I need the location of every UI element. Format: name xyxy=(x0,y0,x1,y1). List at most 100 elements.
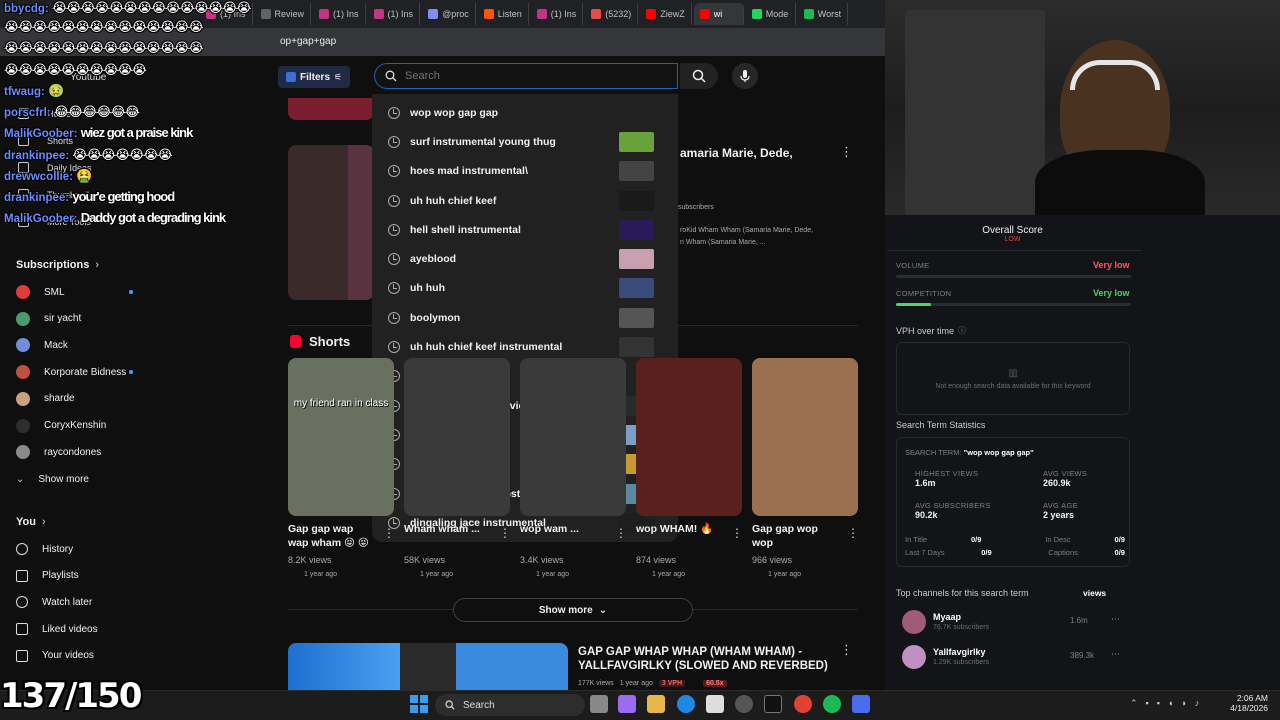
channel-avatar[interactable] xyxy=(902,645,926,669)
tiktok-icon[interactable] xyxy=(764,695,782,713)
task-view-icon[interactable] xyxy=(590,695,608,713)
copilot-icon[interactable] xyxy=(618,695,636,713)
channel-avatar[interactable] xyxy=(902,610,926,634)
search-box[interactable] xyxy=(374,63,678,89)
sidebar-item-liked-videos[interactable]: Liked videos xyxy=(0,616,150,642)
more-options-icon[interactable]: ⋮ xyxy=(731,526,743,540)
more-options-icon[interactable]: ⋮ xyxy=(847,526,859,540)
short-title[interactable]: wop WHAM! 🔥 xyxy=(636,522,720,536)
subscriptions-heading[interactable]: Subscriptions › xyxy=(16,259,99,271)
browser-tab[interactable]: Review xyxy=(255,3,312,25)
subscription-item[interactable]: CoryxKenshin xyxy=(0,413,150,439)
webcam-feed xyxy=(885,0,1280,220)
more-options-icon[interactable]: ⋯ xyxy=(1111,614,1120,625)
browser-tab[interactable]: Listen xyxy=(478,3,529,25)
discord-icon[interactable] xyxy=(852,695,870,713)
subscription-item[interactable]: SML xyxy=(0,279,150,305)
short-title[interactable]: Gap gap wap wap wham 😝 😝 xyxy=(288,522,372,550)
subscription-item[interactable]: Mack xyxy=(0,332,150,358)
show-more-subscriptions[interactable]: ⌄ Show more xyxy=(0,466,150,492)
search-suggestion[interactable]: hell shell instrumental xyxy=(372,215,678,244)
short-thumbnail[interactable] xyxy=(404,358,510,516)
sidebar-item-watch-later[interactable]: Watch later xyxy=(0,589,150,615)
bottom-video-title[interactable]: GAP GAP WHAP WHAP (WHAM WHAM) - YALLFAVG… xyxy=(578,645,828,673)
subscription-item[interactable]: Korporate Bidness xyxy=(0,359,150,385)
browser-tab[interactable]: (1) Ins xyxy=(531,3,584,25)
settings-icon[interactable] xyxy=(735,695,753,713)
show-more-shorts-button[interactable]: Show more ⌄ xyxy=(453,598,693,622)
tab-label: wi xyxy=(713,9,723,19)
search-suggestion[interactable]: surf instrumental young thug xyxy=(372,127,678,156)
video-title-partial[interactable]: amaria Marie, Dede, xyxy=(680,146,793,160)
clock[interactable]: 2:06 AM 4/18/2026 xyxy=(1226,693,1268,713)
tab-favicon-icon xyxy=(803,9,814,19)
search-suggestion[interactable]: uh huh xyxy=(372,274,678,303)
more-options-icon[interactable]: ⋮ xyxy=(840,642,853,658)
channel-name[interactable]: Myaap xyxy=(933,612,961,622)
short-thumbnail[interactable] xyxy=(520,358,626,516)
short-title[interactable]: Gap gap wop wop xyxy=(752,522,836,550)
file-explorer-icon[interactable] xyxy=(647,695,665,713)
more-options-icon[interactable]: ⋮ xyxy=(615,526,627,540)
browser-tab[interactable]: Worst xyxy=(798,3,849,25)
history-icon xyxy=(388,223,400,236)
short-title[interactable]: Wham wham ... xyxy=(404,522,488,536)
stats-box: SEARCH TERM: "wop wop gap gap" HIGHEST V… xyxy=(896,437,1130,567)
subscription-item[interactable]: sharde xyxy=(0,386,150,412)
sidebar-item-history[interactable]: History xyxy=(0,536,150,562)
spotify-icon[interactable] xyxy=(823,695,841,713)
short-title[interactable]: wop wam ... xyxy=(520,522,604,536)
search-suggestion[interactable]: boolymon xyxy=(372,303,678,332)
vph-heading[interactable]: VPH over time ⓘ xyxy=(896,325,966,336)
search-suggestion[interactable]: wop wop gap gap xyxy=(372,98,678,127)
search-suggestion[interactable]: ayeblood xyxy=(372,244,678,273)
bottom-video-thumbnail[interactable] xyxy=(288,643,568,690)
browser-tab[interactable]: ZiewZ xyxy=(640,3,692,25)
short-thumbnail[interactable] xyxy=(752,358,858,516)
filters-label: Filters xyxy=(300,71,331,83)
multiplier-badge: 60.5x xyxy=(703,680,727,687)
in-desc-label: In Desc xyxy=(1045,535,1071,544)
browser-tab[interactable]: wi xyxy=(693,3,744,25)
channel-name[interactable]: Yallfavgirlky xyxy=(933,647,986,657)
in-title-value: 0/9 xyxy=(970,535,982,544)
more-options-icon[interactable]: ⋯ xyxy=(1111,649,1120,660)
you-heading[interactable]: You › xyxy=(16,516,46,528)
search-suggestion[interactable]: uh huh chief keef xyxy=(372,186,678,215)
browser-tab[interactable]: Mode xyxy=(746,3,796,25)
more-options-icon[interactable]: ⋮ xyxy=(383,526,395,540)
chat-text: Daddy got a degrading kink xyxy=(80,210,226,225)
short-thumbnail[interactable]: my friend ran in class xyxy=(288,358,394,516)
search-suggestion[interactable]: hoes mad instrumental\ xyxy=(372,157,678,186)
edge-icon[interactable] xyxy=(677,695,695,713)
more-options-icon[interactable]: ⋮ xyxy=(840,144,853,160)
suggestion-text: ayeblood xyxy=(410,253,457,266)
taskbar-search[interactable]: Search xyxy=(435,694,585,716)
subscription-item[interactable]: sir yacht xyxy=(0,306,150,332)
captions-label: Captions xyxy=(1048,548,1078,557)
browser-tab[interactable]: @proc xyxy=(422,3,476,25)
sort-by-views[interactable]: views xyxy=(1083,588,1106,598)
search-button[interactable] xyxy=(680,63,718,89)
banner-thumbnail[interactable] xyxy=(288,98,374,120)
stats-heading[interactable]: Search Term Statistics xyxy=(896,420,985,430)
chrome-icon[interactable] xyxy=(794,695,812,713)
sidebar-item-your-videos[interactable]: Your videos xyxy=(0,643,150,669)
filters-button[interactable]: Filters ⚟ xyxy=(278,66,351,88)
search-term-label: SEARCH TERM: xyxy=(905,448,962,457)
subscription-item[interactable]: raycondones xyxy=(0,439,150,465)
video-thumbnail[interactable] xyxy=(288,145,374,300)
voice-search-button[interactable] xyxy=(732,63,758,89)
search-input[interactable] xyxy=(405,70,655,82)
search-icon xyxy=(445,700,455,710)
store-icon[interactable] xyxy=(706,695,724,713)
browser-tab[interactable]: (1) Ins xyxy=(368,3,421,25)
windows-start-icon[interactable] xyxy=(410,695,428,713)
chat-text: wiez got a praise kink xyxy=(80,125,194,140)
browser-tab[interactable]: (1) Ins xyxy=(313,3,366,25)
more-options-icon[interactable]: ⋮ xyxy=(499,526,511,540)
short-thumbnail[interactable] xyxy=(636,358,742,516)
system-tray-icons[interactable]: ⌃▪▪◖◗♪ xyxy=(1130,698,1207,709)
browser-tab[interactable]: (5232) xyxy=(585,3,639,25)
sidebar-item-playlists[interactable]: Playlists xyxy=(0,563,150,589)
